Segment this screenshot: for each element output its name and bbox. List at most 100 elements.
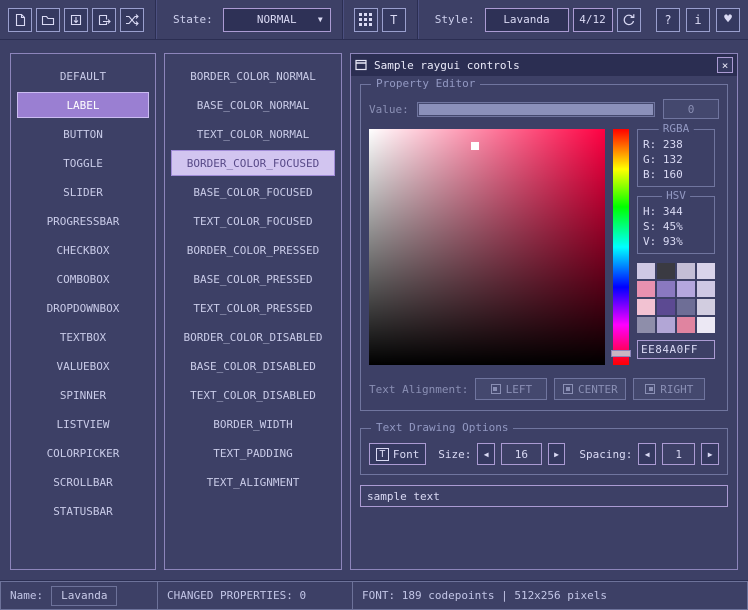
palette-swatch[interactable] [637, 317, 655, 333]
rgba-label: RGBA [659, 122, 694, 135]
palette-swatch[interactable] [657, 281, 675, 297]
palette-swatch[interactable] [657, 317, 675, 333]
style-label: Style: [435, 13, 475, 26]
property-item[interactable]: BORDER_COLOR_NORMAL [171, 63, 335, 89]
close-button[interactable]: × [717, 57, 733, 73]
save-style-button[interactable] [64, 8, 88, 32]
palette-swatch[interactable] [657, 299, 675, 315]
size-value-box[interactable]: 16 [501, 443, 542, 465]
status-name-cell: Name: Lavanda [0, 581, 158, 610]
toolbar-divider [417, 0, 418, 39]
properties-list: BORDER_COLOR_NORMAL BASE_COLOR_NORMAL TE… [164, 53, 342, 570]
main-area: DEFAULT LABEL BUTTON TOGGLE SLIDER PROGR… [0, 41, 748, 580]
control-item[interactable]: SCROLLBAR [17, 469, 149, 495]
control-item[interactable]: COLORPICKER [17, 440, 149, 466]
window-titlebar[interactable]: Sample raygui controls × [351, 54, 737, 76]
control-item[interactable]: DEFAULT [17, 63, 149, 89]
property-item[interactable]: TEXT_ALIGNMENT [171, 469, 335, 495]
property-item[interactable]: TEXT_COLOR_NORMAL [171, 121, 335, 147]
property-item[interactable]: BORDER_COLOR_PRESSED [171, 237, 335, 263]
palette-swatch[interactable] [637, 299, 655, 315]
size-increment-button[interactable]: ▶ [548, 443, 566, 465]
control-item[interactable]: TEXTBOX [17, 324, 149, 350]
palette-swatch[interactable] [657, 263, 675, 279]
spacing-value-box[interactable]: 1 [662, 443, 695, 465]
property-item[interactable]: BASE_COLOR_DISABLED [171, 353, 335, 379]
control-item[interactable]: COMBOBOX [17, 266, 149, 292]
color-cursor[interactable] [471, 142, 479, 150]
reload-style-button[interactable] [617, 8, 641, 32]
align-center-button[interactable]: CENTER [554, 378, 626, 400]
property-item[interactable]: TEXT_PADDING [171, 440, 335, 466]
property-item[interactable]: BORDER_WIDTH [171, 411, 335, 437]
property-item[interactable]: BASE_COLOR_FOCUSED [171, 179, 335, 205]
control-item[interactable]: BUTTON [17, 121, 149, 147]
about-button[interactable]: i [686, 8, 710, 32]
toolbar-right-group: ? i ♥ [656, 8, 740, 32]
value-row: Value: 0 [369, 99, 719, 119]
property-editor-label: Property Editor [371, 77, 480, 90]
align-center-icon [563, 384, 573, 394]
align-left-icon [491, 384, 501, 394]
property-item[interactable]: BORDER_COLOR_DISABLED [171, 324, 335, 350]
sample-text-input[interactable]: sample text [360, 485, 728, 507]
control-item[interactable]: DROPDOWNBOX [17, 295, 149, 321]
palette-swatch[interactable] [677, 299, 695, 315]
property-item[interactable]: BASE_COLOR_NORMAL [171, 92, 335, 118]
color-gradient-panel[interactable] [369, 129, 605, 365]
style-name-value: Lavanda [503, 13, 549, 26]
hex-color-input[interactable]: EE84A0FF [637, 340, 715, 359]
new-style-button[interactable] [8, 8, 32, 32]
control-item[interactable]: SLIDER [17, 179, 149, 205]
palette-swatch[interactable] [677, 317, 695, 333]
state-dropdown[interactable]: NORMAL ▼ [223, 8, 331, 32]
hue-bar[interactable] [613, 129, 629, 365]
export-style-button[interactable] [92, 8, 116, 32]
palette-swatch[interactable] [677, 281, 695, 297]
toolbar-divider [342, 0, 343, 39]
palette-swatch[interactable] [637, 281, 655, 297]
spacing-decrement-button[interactable]: ◀ [638, 443, 656, 465]
align-left-button[interactable]: LEFT [475, 378, 547, 400]
control-item[interactable]: VALUEBOX [17, 353, 149, 379]
control-item[interactable]: STATUSBAR [17, 498, 149, 524]
spacing-increment-button[interactable]: ▶ [701, 443, 719, 465]
grid-icon [359, 13, 372, 26]
control-item-selected[interactable]: LABEL [17, 92, 149, 118]
property-item-selected[interactable]: BORDER_COLOR_FOCUSED [171, 150, 335, 176]
font-viewer-button[interactable]: T [382, 8, 406, 32]
property-item[interactable]: TEXT_COLOR_PRESSED [171, 295, 335, 321]
color-values-column: RGBA R: 238 G: 132 B: 160 HSV H: 344 S: … [637, 129, 715, 365]
palette-swatch[interactable] [677, 263, 695, 279]
property-editor-group: Property Editor Value: 0 [360, 84, 728, 411]
size-decrement-button[interactable]: ◀ [477, 443, 495, 465]
palette-swatch[interactable] [697, 317, 715, 333]
property-item[interactable]: TEXT_COLOR_FOCUSED [171, 208, 335, 234]
property-item[interactable]: TEXT_COLOR_DISABLED [171, 382, 335, 408]
value-button[interactable]: 0 [663, 99, 719, 119]
color-palette [637, 263, 715, 333]
random-style-button[interactable] [120, 8, 144, 32]
control-item[interactable]: LISTVIEW [17, 411, 149, 437]
property-item[interactable]: BASE_COLOR_PRESSED [171, 266, 335, 292]
help-button[interactable]: ? [656, 8, 680, 32]
sponsor-button[interactable]: ♥ [716, 8, 740, 32]
font-button[interactable]: T Font [369, 443, 426, 465]
palette-swatch[interactable] [697, 281, 715, 297]
style-table-button[interactable] [354, 8, 378, 32]
hue-handle[interactable] [611, 350, 631, 357]
load-style-button[interactable] [36, 8, 60, 32]
align-right-label: RIGHT [660, 383, 693, 396]
control-item[interactable]: CHECKBOX [17, 237, 149, 263]
file-new-icon [13, 13, 27, 27]
style-name-input[interactable]: Lavanda [51, 586, 117, 606]
palette-swatch[interactable] [637, 263, 655, 279]
palette-swatch[interactable] [697, 299, 715, 315]
style-name-box[interactable]: Lavanda [485, 8, 569, 32]
control-item[interactable]: TOGGLE [17, 150, 149, 176]
align-right-button[interactable]: RIGHT [633, 378, 705, 400]
palette-swatch[interactable] [697, 263, 715, 279]
value-slider[interactable] [417, 102, 655, 117]
control-item[interactable]: SPINNER [17, 382, 149, 408]
control-item[interactable]: PROGRESSBAR [17, 208, 149, 234]
